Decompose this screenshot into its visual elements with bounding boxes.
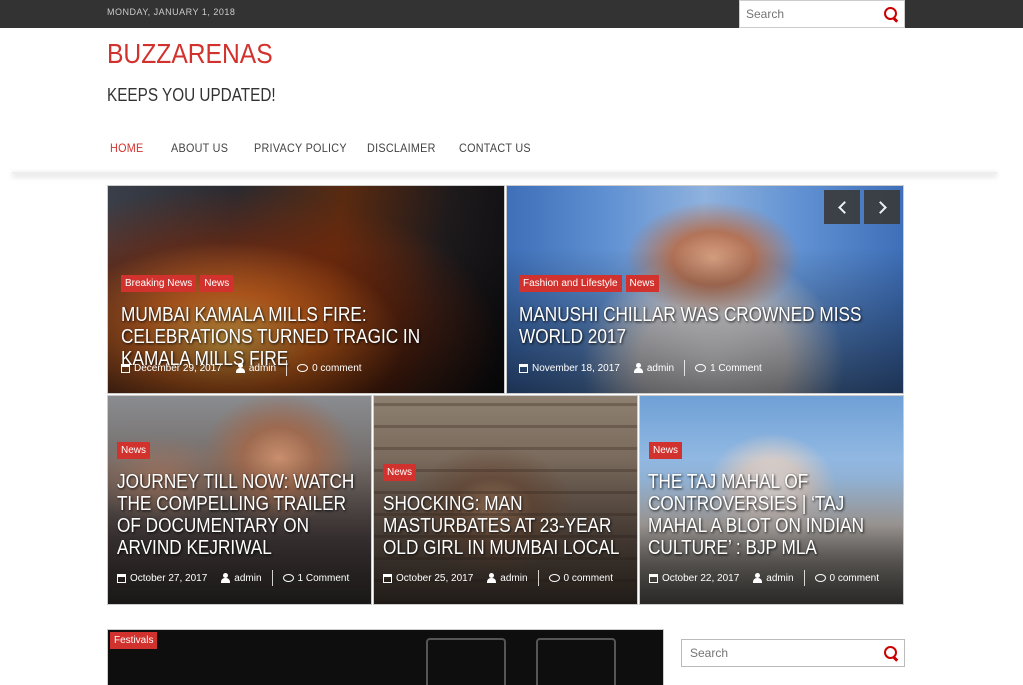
top-bar: Monday, January 1, 2018 bbox=[0, 0, 1023, 28]
slider-post-miss-world[interactable]: Fashion and Lifestyle News Manushi Chill… bbox=[506, 185, 904, 394]
post-comments[interactable]: 1 Comment bbox=[710, 363, 762, 374]
post-date: October 27, 2017 bbox=[130, 572, 208, 584]
chevron-right-icon bbox=[873, 200, 887, 214]
calendar-icon bbox=[649, 573, 658, 583]
post-date: October 22, 2017 bbox=[662, 572, 740, 584]
post-date: November 18, 2017 bbox=[532, 362, 620, 374]
calendar-icon bbox=[383, 573, 392, 583]
search-icon[interactable] bbox=[883, 645, 899, 661]
post-author[interactable]: admin bbox=[234, 573, 261, 584]
nav-privacy-policy[interactable]: PRIVACY POLICY bbox=[254, 141, 347, 155]
comment-icon bbox=[814, 574, 826, 582]
post-comments[interactable]: 1 Comment bbox=[298, 573, 350, 584]
comment-icon bbox=[548, 574, 560, 582]
site-tagline: KEEPS YOU UPDATED! bbox=[107, 85, 276, 105]
post-author[interactable]: admin bbox=[647, 363, 674, 374]
post-date: December 29, 2017 bbox=[134, 362, 222, 374]
main-navigation: HOME ABOUT US PRIVACY POLICY DISCLAIMER … bbox=[0, 125, 1023, 174]
comment-icon bbox=[695, 364, 707, 372]
category-badge[interactable]: Festivals bbox=[110, 632, 158, 649]
post-comments[interactable]: 0 comment bbox=[564, 573, 613, 584]
category-badge[interactable]: News bbox=[117, 442, 151, 459]
site-title[interactable]: BUZZARENAS bbox=[107, 38, 273, 70]
sidebar-search-input[interactable] bbox=[682, 640, 872, 666]
category-badge[interactable]: News bbox=[649, 442, 683, 459]
post-title[interactable]: The Taj Mahal of controversies | ‘Taj Ma… bbox=[648, 471, 893, 559]
calendar-icon bbox=[519, 363, 528, 373]
top-search-box bbox=[739, 0, 905, 28]
comment-icon bbox=[297, 364, 309, 372]
grid-post-mumbai-local[interactable]: News Shocking: Man Masturbates at 23-yea… bbox=[373, 395, 638, 605]
nav-divider bbox=[12, 172, 997, 174]
post-comments[interactable]: 0 comment bbox=[830, 573, 879, 584]
post-title[interactable]: Manushi Chillar was crowned Miss World 2… bbox=[519, 304, 880, 348]
slider-next-button[interactable] bbox=[864, 190, 900, 224]
category-badge[interactable]: News bbox=[383, 464, 417, 481]
search-icon[interactable] bbox=[883, 6, 899, 22]
nav-disclaimer[interactable]: DISCLAIMER bbox=[367, 141, 436, 155]
user-icon bbox=[753, 573, 763, 583]
user-icon bbox=[235, 363, 245, 373]
user-icon bbox=[221, 573, 231, 583]
post-title[interactable]: Shocking: Man Masturbates at 23-year old… bbox=[383, 493, 632, 559]
nav-home[interactable]: HOME bbox=[110, 141, 143, 155]
post-author[interactable]: admin bbox=[766, 573, 793, 584]
nav-about-us[interactable]: ABOUT US bbox=[171, 141, 228, 155]
calendar-icon bbox=[117, 573, 126, 583]
user-icon bbox=[633, 363, 643, 373]
featured-post-festivals[interactable]: Festivals bbox=[107, 629, 664, 685]
nav-contact-us[interactable]: CONTACT US bbox=[459, 141, 531, 155]
post-author[interactable]: admin bbox=[249, 363, 276, 374]
post-title[interactable]: Journey till now: Watch the compelling t… bbox=[117, 471, 362, 559]
grid-post-taj-mahal[interactable]: News The Taj Mahal of controversies | ‘T… bbox=[639, 395, 904, 605]
sidebar-search-box bbox=[681, 639, 905, 667]
slider-prev-button[interactable] bbox=[824, 190, 860, 224]
chevron-left-icon bbox=[837, 200, 851, 214]
glass-image bbox=[536, 638, 616, 685]
category-badge[interactable]: News bbox=[625, 275, 659, 292]
top-search-input[interactable] bbox=[740, 1, 870, 27]
grid-post-kejriwal[interactable]: News Journey till now: Watch the compell… bbox=[107, 395, 372, 605]
slider-post-kamala-mills[interactable]: Breaking News News Mumbai Kamala Mills F… bbox=[107, 185, 505, 394]
post-date: October 25, 2017 bbox=[396, 572, 474, 584]
category-badge[interactable]: Fashion and Lifestyle bbox=[519, 275, 622, 292]
current-date: Monday, January 1, 2018 bbox=[107, 7, 236, 17]
category-badge[interactable]: Breaking News bbox=[121, 275, 197, 292]
category-badge[interactable]: News bbox=[200, 275, 234, 292]
calendar-icon bbox=[121, 363, 130, 373]
comment-icon bbox=[282, 574, 294, 582]
user-icon bbox=[487, 573, 497, 583]
greeting-image bbox=[163, 674, 309, 685]
post-author[interactable]: admin bbox=[500, 573, 527, 584]
glass-image bbox=[426, 638, 506, 685]
post-comments[interactable]: 0 comment bbox=[312, 363, 361, 374]
